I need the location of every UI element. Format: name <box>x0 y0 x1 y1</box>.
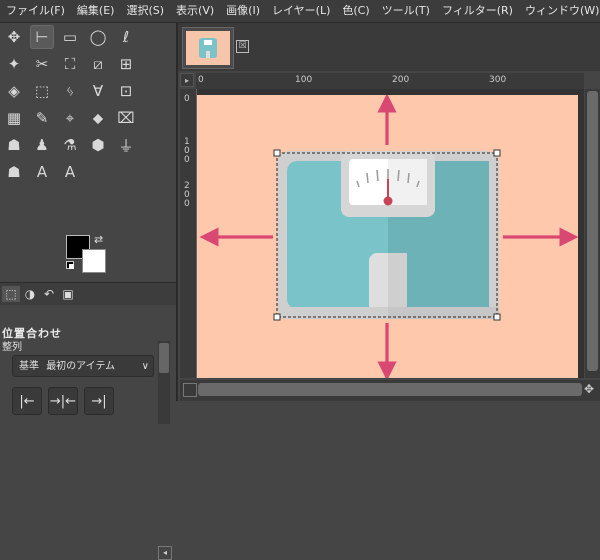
free-select-icon[interactable]: ℓ <box>114 25 138 49</box>
canvas-area[interactable] <box>197 89 584 378</box>
horizontal-ruler: 0 100 200 300 <box>196 73 584 90</box>
images-tab-icon[interactable]: ▣ <box>59 286 77 302</box>
ruler-label: 200 <box>392 75 410 85</box>
scissors-icon[interactable]: ✂ <box>30 52 54 76</box>
image-thumbnail <box>186 31 230 65</box>
paths-icon[interactable]: ᛃ <box>58 79 82 103</box>
ellipse-select-icon[interactable]: ◯ <box>86 25 110 49</box>
relative-to-value: 最初のアイテム <box>46 361 116 372</box>
ruler-label: 100 <box>295 75 313 85</box>
ruler-label: 0 <box>198 75 204 85</box>
dock-tabs: ⬚ ◑ ↶ ▣ ◂ <box>0 282 176 560</box>
ruler-label: 2 0 0 <box>184 180 190 209</box>
menu-item[interactable]: フィルター(R) <box>436 0 519 22</box>
menu-item[interactable]: ウィンドウ(W) <box>519 0 600 22</box>
eraser-icon[interactable]: ✎ <box>30 106 54 130</box>
unified-transform-icon[interactable]: ⊞ <box>114 52 138 76</box>
image-tab[interactable] <box>182 27 234 69</box>
horizontal-scrollbar[interactable]: ✥ <box>180 380 600 401</box>
relative-to-label: 基準 <box>19 361 39 372</box>
ruler-label: 300 <box>489 75 507 85</box>
measure-icon[interactable]: 𝖠 <box>30 160 54 184</box>
color-picker-icon[interactable]: ☗ <box>2 160 26 184</box>
gradient-icon[interactable]: ⏚ <box>114 133 138 157</box>
align-center-button[interactable]: →|← <box>48 387 78 415</box>
menu-item[interactable]: ファイル(F) <box>0 0 71 22</box>
quick-mask-icon[interactable]: ▸ <box>180 73 194 87</box>
clone-icon[interactable]: ⌧ <box>114 106 138 130</box>
rect-select-icon[interactable]: ▭ <box>58 25 82 49</box>
menu-item[interactable]: レイヤー(L) <box>266 0 336 22</box>
perspective-icon[interactable]: ⬚ <box>30 79 54 103</box>
panel-splitter[interactable] <box>176 23 178 401</box>
align-tool-icon[interactable]: ⊢ <box>30 25 54 49</box>
ink-icon[interactable]: ⬥ <box>86 106 110 130</box>
canvas-drawing <box>199 95 578 378</box>
scale-illustration <box>277 151 499 319</box>
swap-colors-icon[interactable]: ⇄ <box>94 233 103 246</box>
relative-to-select[interactable]: 基準 最初のアイテム ∨ <box>12 355 154 377</box>
dodge-icon[interactable]: ⚗ <box>58 133 82 157</box>
vertical-scrollbar[interactable] <box>585 89 600 378</box>
menu-item[interactable]: ツール(T) <box>376 0 436 22</box>
foreground-select-icon[interactable]: ⛶ <box>58 52 82 76</box>
dock-menu-icon[interactable]: ◂ <box>158 546 172 560</box>
align-right-button[interactable]: →| <box>84 387 114 415</box>
menubar: ファイル(F) 編集(E) 選択(S) 表示(V) 画像(I) レイヤー(L) 色(C) ツー… <box>0 0 600 23</box>
align-left-button[interactable]: |← <box>12 387 42 415</box>
undo-history-tab-icon[interactable]: ↶ <box>40 286 58 302</box>
zoom-icon[interactable]: A <box>58 160 82 184</box>
airbrush-icon[interactable]: ⌖ <box>58 106 82 130</box>
tool-options-tab-icon[interactable]: ⬚ <box>2 286 20 302</box>
menu-item[interactable]: 画像(I) <box>220 0 266 22</box>
zoom-toggle-icon[interactable] <box>183 383 197 397</box>
paintbrush-icon[interactable]: ⊡ <box>114 79 138 103</box>
warp-icon[interactable]: ◈ <box>2 79 26 103</box>
bucket-fill-icon[interactable]: ⬢ <box>86 133 110 157</box>
image-canvas[interactable] <box>197 95 578 378</box>
text-icon[interactable]: Ɐ <box>86 79 110 103</box>
move-tool-icon[interactable]: ✥ <box>2 25 26 49</box>
smudge-icon[interactable]: ♟ <box>30 133 54 157</box>
pencil-icon[interactable]: ▦ <box>2 106 26 130</box>
panel-scrollbar[interactable] <box>158 341 170 424</box>
device-status-tab-icon[interactable]: ◑ <box>21 286 39 302</box>
ruler-label: 0 <box>184 94 190 104</box>
reset-colors-icon[interactable] <box>66 261 74 269</box>
menu-item[interactable]: 編集(E) <box>71 0 121 22</box>
menu-item[interactable]: 色(C) <box>336 0 375 22</box>
close-icon[interactable]: ☒ <box>236 40 249 53</box>
image-tabs: ☒ <box>178 23 600 71</box>
align-panel-subtitle: 整列 <box>2 342 22 353</box>
background-color-swatch[interactable] <box>82 249 106 273</box>
ruler-label: 1 0 0 <box>184 137 190 166</box>
menu-item[interactable]: 表示(V) <box>170 0 220 22</box>
menu-item[interactable]: 選択(S) <box>120 0 170 22</box>
heal-icon[interactable]: ☗ <box>2 133 26 157</box>
fuzzy-select-icon[interactable]: ✦ <box>2 52 26 76</box>
vertical-ruler: 0 1 0 0 2 0 0 <box>180 89 197 378</box>
crop-icon[interactable]: ⧄ <box>86 52 110 76</box>
chevron-down-icon: ∨ <box>141 361 149 372</box>
toolbox: ✥ ⊢ ▭ ◯ ℓ ✦ ✂ ⛶ ⧄ ⊞ ◈ ⬚ ᛃ Ɐ ⊡ ▦ ✎ ⌖ ⬥ ⌧ ☗ ♟ ⚗ ⬢ ⏚ ☗ 𝖠 A ⇄ ⬚ ◑ ↶ ▣ ◂… <box>0 23 176 560</box>
navigate-icon[interactable]: ✥ <box>584 382 594 396</box>
